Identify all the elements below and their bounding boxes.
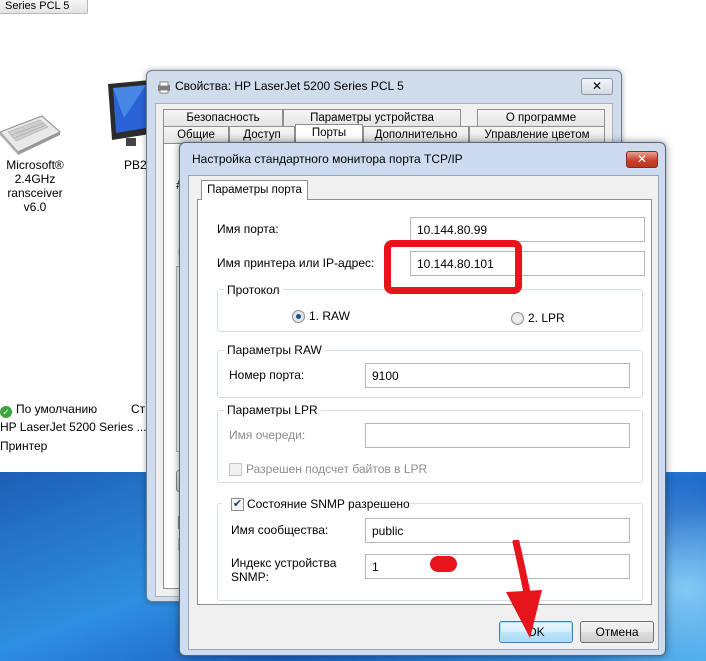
lpr-settings-title: Параметры LPR <box>224 403 321 417</box>
cancel-button[interactable]: Отмена <box>580 621 654 643</box>
status-column-label: Ст <box>131 402 146 416</box>
port-number-label: Номер порта: <box>229 368 305 382</box>
printer-ip-label: Имя принтера или IP-адрес: <box>217 256 375 270</box>
monitor-device-label: PB2 <box>124 158 147 172</box>
tab-sharing[interactable]: Доступ <box>229 126 295 143</box>
byte-count-label: Разрешен подсчет байтов в LPR <box>246 462 428 476</box>
properties-title: Свойства: HP LaserJet 5200 Series PCL 5 <box>175 79 404 93</box>
raw-settings-title: Параметры RAW <box>224 343 325 357</box>
annotation-redaction-mark <box>430 556 457 572</box>
snmp-enabled-checkbox[interactable]: ✔ <box>231 498 244 511</box>
keyboard-label-line-1: Microsoft® <box>6 158 64 172</box>
tab-port-settings[interactable]: Параметры порта <box>201 180 308 200</box>
port-name-label: Имя порта: <box>217 222 279 236</box>
keyboard-label-line-2: 2.4GHz <box>14 172 56 186</box>
keyboard-device-icon[interactable] <box>0 110 62 156</box>
close-icon[interactable]: ✕ <box>626 151 658 168</box>
protocol-group-title: Протокол <box>224 283 283 297</box>
printer-icon <box>157 81 171 97</box>
port-name-input[interactable]: 10.144.80.99 <box>410 217 645 242</box>
keyboard-device-label: Microsoft® 2.4GHz ransceiver v6.0 <box>0 158 72 214</box>
queue-name-input[interactable] <box>365 423 630 448</box>
raw-radio-label: 1. RAW <box>309 309 350 323</box>
device-index-label-line-2: SNMP: <box>231 570 270 584</box>
tab-ports[interactable]: Порты <box>295 124 363 143</box>
dialog-title: Настройка стандартного монитора порта TC… <box>192 152 463 166</box>
tab-general[interactable]: Общие <box>163 126 229 143</box>
byte-count-checkbox[interactable] <box>229 463 242 476</box>
tab-security[interactable]: Безопасность <box>163 109 283 126</box>
community-label: Имя сообщества: <box>231 523 329 537</box>
keyboard-label-line-3: ransceiver v6.0 <box>7 186 63 214</box>
check-icon: ✓ <box>0 406 12 418</box>
printer-type: Принтер <box>0 439 48 453</box>
tab-about[interactable]: О программе <box>477 109 605 126</box>
annotation-arrow-icon <box>496 538 546 640</box>
printer-tab-button[interactable]: Series PCL 5 <box>0 0 88 14</box>
raw-radio[interactable] <box>292 310 305 323</box>
default-status-text: По умолчанию <box>16 402 98 416</box>
printer-name: HP LaserJet 5200 Series ... <box>0 420 147 434</box>
lpr-radio-label: 2. LPR <box>528 311 565 325</box>
annotation-highlight-box <box>384 240 522 294</box>
snmp-enabled-label: Состояние SNMP разрешено <box>247 497 410 511</box>
queue-name-label: Имя очереди: <box>229 428 306 442</box>
default-status: ✓ По умолчанию <box>0 402 97 418</box>
device-index-label-line-1: Индекс устройства <box>231 556 337 570</box>
tcp-ip-port-dialog: Настройка стандартного монитора порта TC… <box>179 142 666 656</box>
port-number-input[interactable]: 9100 <box>365 363 630 388</box>
tab-advanced[interactable]: Дополнительно <box>363 126 469 143</box>
close-icon[interactable]: ✕ <box>581 78 613 95</box>
lpr-radio[interactable] <box>511 312 524 325</box>
device-index-label: Индекс устройства SNMP: <box>231 556 336 584</box>
tab-color-management[interactable]: Управление цветом <box>469 126 605 143</box>
